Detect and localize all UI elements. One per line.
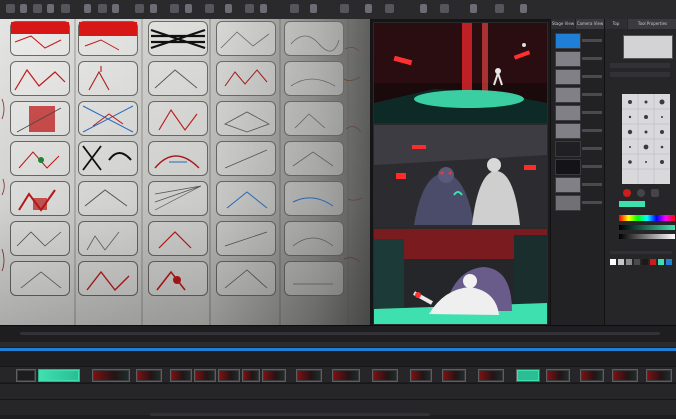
timeline-clip[interactable] [410, 369, 432, 382]
settings-icon[interactable] [520, 4, 527, 13]
timeline-clip[interactable] [296, 369, 322, 382]
timeline-clip[interactable] [218, 369, 240, 382]
timeline-clip[interactable] [478, 369, 504, 382]
thumbnail[interactable] [555, 195, 581, 211]
thumbnail[interactable] [555, 87, 581, 103]
redo-icon[interactable] [260, 4, 267, 13]
timeline-clip[interactable] [516, 369, 540, 382]
stage-frame-3 [373, 228, 548, 325]
playhead-range[interactable] [0, 348, 676, 351]
flip-icon[interactable] [340, 4, 349, 13]
timeline-clip[interactable] [646, 369, 672, 382]
brush-presets-grid[interactable] [622, 94, 670, 184]
timeline-clip[interactable] [612, 369, 638, 382]
panel-thumbnails: Stage View Camera View [550, 19, 604, 325]
timeline-clip-selected[interactable] [38, 369, 80, 382]
text-tool-icon[interactable] [98, 4, 107, 13]
timeline-horizontal-scrollbar[interactable] [150, 413, 430, 416]
grid-icon[interactable] [290, 4, 299, 13]
timeline-scrollbar[interactable] [20, 332, 660, 335]
record-icon[interactable] [623, 189, 631, 197]
time-ruler [0, 342, 676, 347]
tool-preview [623, 35, 673, 59]
stage-frame-1 [373, 22, 548, 124]
timeline-clip[interactable] [546, 369, 570, 382]
reset-view-icon[interactable] [385, 4, 394, 13]
tab-camera-view[interactable]: Camera View [576, 19, 604, 29]
thumbnail[interactable] [555, 69, 581, 85]
tool-properties-panel: Top Tool Properties [604, 19, 676, 325]
camera-tool-icon[interactable] [135, 4, 144, 13]
timeline-track [0, 366, 676, 382]
stage-view [370, 19, 548, 325]
timeline-panel [0, 325, 676, 419]
zoom-tool-icon[interactable] [150, 4, 157, 13]
hue-slider[interactable] [619, 215, 675, 221]
thumbnail[interactable] [555, 123, 581, 139]
transform-tool-icon[interactable] [112, 4, 119, 13]
thumbnail-selected[interactable] [555, 33, 581, 49]
play-icon[interactable] [170, 4, 179, 13]
timeline-clip[interactable] [242, 369, 260, 382]
rotate-icon[interactable] [365, 4, 372, 13]
thumbnail[interactable] [555, 159, 581, 175]
brush-tool-icon[interactable] [20, 4, 27, 13]
thumbnail[interactable] [555, 105, 581, 121]
tool-option-row[interactable] [610, 72, 670, 77]
color-circle-icon[interactable] [637, 189, 645, 197]
timeline-track [0, 383, 676, 399]
timeline-clip[interactable] [92, 369, 130, 382]
export-icon[interactable] [495, 4, 504, 13]
tab-stage-view[interactable]: Stage View [551, 19, 575, 29]
options-icon[interactable] [651, 189, 659, 197]
sound-icon[interactable] [440, 4, 449, 13]
layer-icon[interactable] [225, 4, 232, 13]
wall-shadow-overlay [0, 19, 370, 325]
fill-tool-icon[interactable] [84, 4, 91, 13]
loop-icon[interactable] [185, 4, 192, 13]
brightness-slider[interactable] [619, 234, 675, 239]
snap-icon[interactable] [420, 4, 427, 13]
stage-frame-2 [373, 124, 548, 228]
saturation-slider[interactable] [619, 225, 675, 230]
select-tool-icon[interactable] [6, 4, 15, 13]
tab-top[interactable]: Top [605, 19, 627, 29]
timeline-clip[interactable] [170, 369, 192, 382]
onion-skin-icon[interactable] [205, 4, 214, 13]
timeline-clip[interactable] [580, 369, 604, 382]
timeline-clip[interactable] [16, 369, 36, 382]
timeline-clip[interactable] [372, 369, 398, 382]
thumbnail[interactable] [555, 51, 581, 67]
timeline-clip[interactable] [194, 369, 216, 382]
thumbnail[interactable] [555, 177, 581, 193]
timeline-clip[interactable] [136, 369, 162, 382]
tool-option-row[interactable] [610, 63, 670, 68]
shape-tool-icon[interactable] [61, 4, 70, 13]
light-table-icon[interactable] [310, 4, 317, 13]
palette-swatches[interactable] [610, 259, 672, 267]
eraser-tool-icon[interactable] [47, 4, 54, 13]
current-color-swatch[interactable] [619, 201, 645, 207]
render-icon[interactable] [470, 4, 477, 13]
palette-header [610, 251, 672, 254]
timeline-clip[interactable] [262, 369, 286, 382]
timeline-clip[interactable] [332, 369, 360, 382]
thumbnail[interactable] [555, 141, 581, 157]
pencil-tool-icon[interactable] [33, 4, 42, 13]
timeline-clip[interactable] [442, 369, 466, 382]
undo-icon[interactable] [245, 4, 254, 13]
tab-tool-properties[interactable]: Tool Properties [628, 19, 676, 29]
top-toolbar [0, 0, 676, 20]
